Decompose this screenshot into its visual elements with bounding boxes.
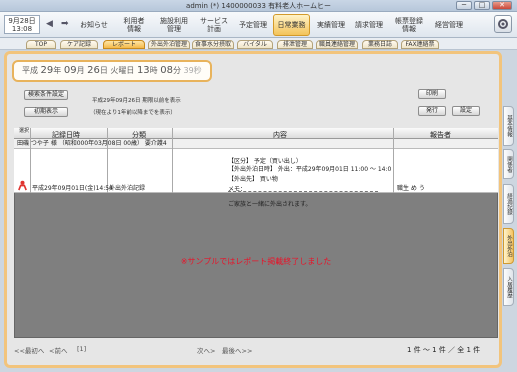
info-line-1: 平成29年09月26日 期限以前を表示 — [92, 98, 181, 104]
nav-user-info[interactable]: 利用者 情報 — [117, 14, 151, 36]
close-button[interactable]: ✕ — [492, 1, 512, 10]
cell-content-2: 【外出外泊日時】 外出：平成29年09月01日 11:00 ～ 14:0 — [228, 166, 392, 173]
forward-arrow-icon[interactable]: ➡ — [61, 19, 69, 29]
tab-vital[interactable]: バイタル — [237, 40, 273, 49]
cell-category: 外出外泊記録 — [109, 185, 146, 192]
month: 09 — [63, 65, 77, 76]
back-arrow-icon[interactable]: ◀ — [46, 19, 53, 29]
issue-button[interactable]: 発行 — [418, 106, 446, 116]
nav-service-plan[interactable]: サービス 計画 — [196, 14, 232, 36]
date-time-box: 9月28日 13:08 — [4, 15, 40, 34]
hour: 13 — [136, 65, 150, 76]
nav-billing[interactable]: 請求管理 — [352, 14, 386, 36]
record-count: 1 件 ～ 1 件 ／ 全 1 件 — [407, 346, 481, 354]
tab-staff-contact[interactable]: 職員連絡管理 — [316, 40, 358, 49]
day-unit: 日 — [99, 66, 108, 75]
date-label: 9月28日 — [8, 17, 36, 25]
nav-daily-work[interactable]: 日常業務 — [273, 14, 310, 36]
minimize-button[interactable]: ─ — [456, 1, 472, 10]
tab-outing[interactable]: 外出外泊管理 — [148, 40, 190, 49]
tab-meal[interactable]: 食事水分摂取 — [192, 40, 234, 49]
memo-divider — [228, 191, 378, 192]
table-header — [14, 128, 498, 139]
tab-excretion[interactable]: 排泄管理 — [277, 40, 313, 49]
header-select: 選択 — [19, 128, 30, 134]
minute: 08 — [160, 65, 173, 76]
next-page-link[interactable]: 次へ> — [197, 345, 215, 355]
tab-top[interactable]: TOP — [26, 40, 56, 49]
page-number: [1] — [77, 345, 87, 353]
outing-icon[interactable] — [17, 180, 28, 193]
sidetab-basic-info[interactable]: 基本情報 — [503, 106, 514, 146]
settings-button[interactable] — [494, 15, 512, 33]
sidetab-related[interactable]: 関係者 — [503, 149, 514, 179]
config-button[interactable]: 設定 — [452, 106, 480, 116]
second: 39秒 — [183, 66, 202, 75]
window-title: admin (*) 1400000033 有料老人ホームヒー — [186, 2, 331, 10]
tab-fax[interactable]: FAX連絡票 — [401, 40, 439, 49]
gear-icon — [498, 19, 508, 29]
last-page-link[interactable]: 最後へ>> — [222, 345, 252, 355]
day: 26 — [87, 65, 100, 76]
first-page-link[interactable]: <<最初へ — [14, 345, 44, 355]
sidetab-progress[interactable]: 経過記録 — [503, 184, 514, 224]
nav-schedule[interactable]: 予定管理 — [236, 14, 270, 36]
col-divider — [172, 128, 173, 193]
maximize-button[interactable]: □ — [474, 1, 490, 10]
weekday: 火曜日 — [110, 66, 135, 75]
date-banner: 平成 29年 09月 26日 火曜日 13時 08分 39秒 — [12, 60, 212, 82]
tab-care-record[interactable]: ケア記録 — [60, 40, 98, 49]
cell-reporter: 職生 め う — [397, 185, 425, 192]
print-button[interactable]: 印刷 — [418, 89, 446, 99]
end-message: ※サンプルではレポート掲載終了しました — [180, 257, 332, 266]
era: 平成 — [22, 66, 38, 75]
info-line-2: （現在より1年前以降までを表示） — [90, 110, 176, 116]
sidetab-outing[interactable]: 外出外泊 — [503, 228, 514, 264]
search-settings-button[interactable]: 検索条件設定 — [24, 90, 68, 100]
tab-work-diary[interactable]: 業務日誌 — [362, 40, 398, 49]
nav-management[interactable]: 経営管理 — [432, 14, 466, 36]
nav-facility[interactable]: 施設利用 管理 — [156, 14, 192, 36]
initial-display-button[interactable]: 初期表示 — [24, 107, 68, 117]
month-unit: 月 — [76, 66, 85, 75]
year: 29 — [40, 65, 54, 76]
group-row: 田磯 つや子 様 （昭和000年03月08日 00歳） 要介護4 — [14, 139, 498, 149]
col-divider — [393, 128, 394, 193]
nav-forms[interactable]: 帳票登録 情報 — [390, 14, 428, 36]
cell-content-5: ご家族と一緒に外出されます。 — [228, 201, 312, 208]
nav-oshirase[interactable]: お知らせ — [76, 14, 112, 36]
prev-page-link[interactable]: <前へ — [49, 345, 67, 355]
tab-report[interactable]: レポート — [103, 40, 145, 49]
year-unit: 年 — [53, 66, 62, 75]
time-label: 13:08 — [11, 25, 33, 33]
sidetab-move-in[interactable]: 入居履歴 — [503, 268, 514, 306]
cell-content-3: 【外出先】 買い物 — [228, 176, 278, 183]
col-divider — [30, 128, 31, 193]
minute-unit: 分 — [172, 66, 181, 75]
hour-unit: 時 — [149, 66, 158, 75]
cell-datetime: 平成29年09月01日(金)14:54 — [32, 185, 113, 192]
nav-results[interactable]: 実績管理 — [314, 14, 348, 36]
